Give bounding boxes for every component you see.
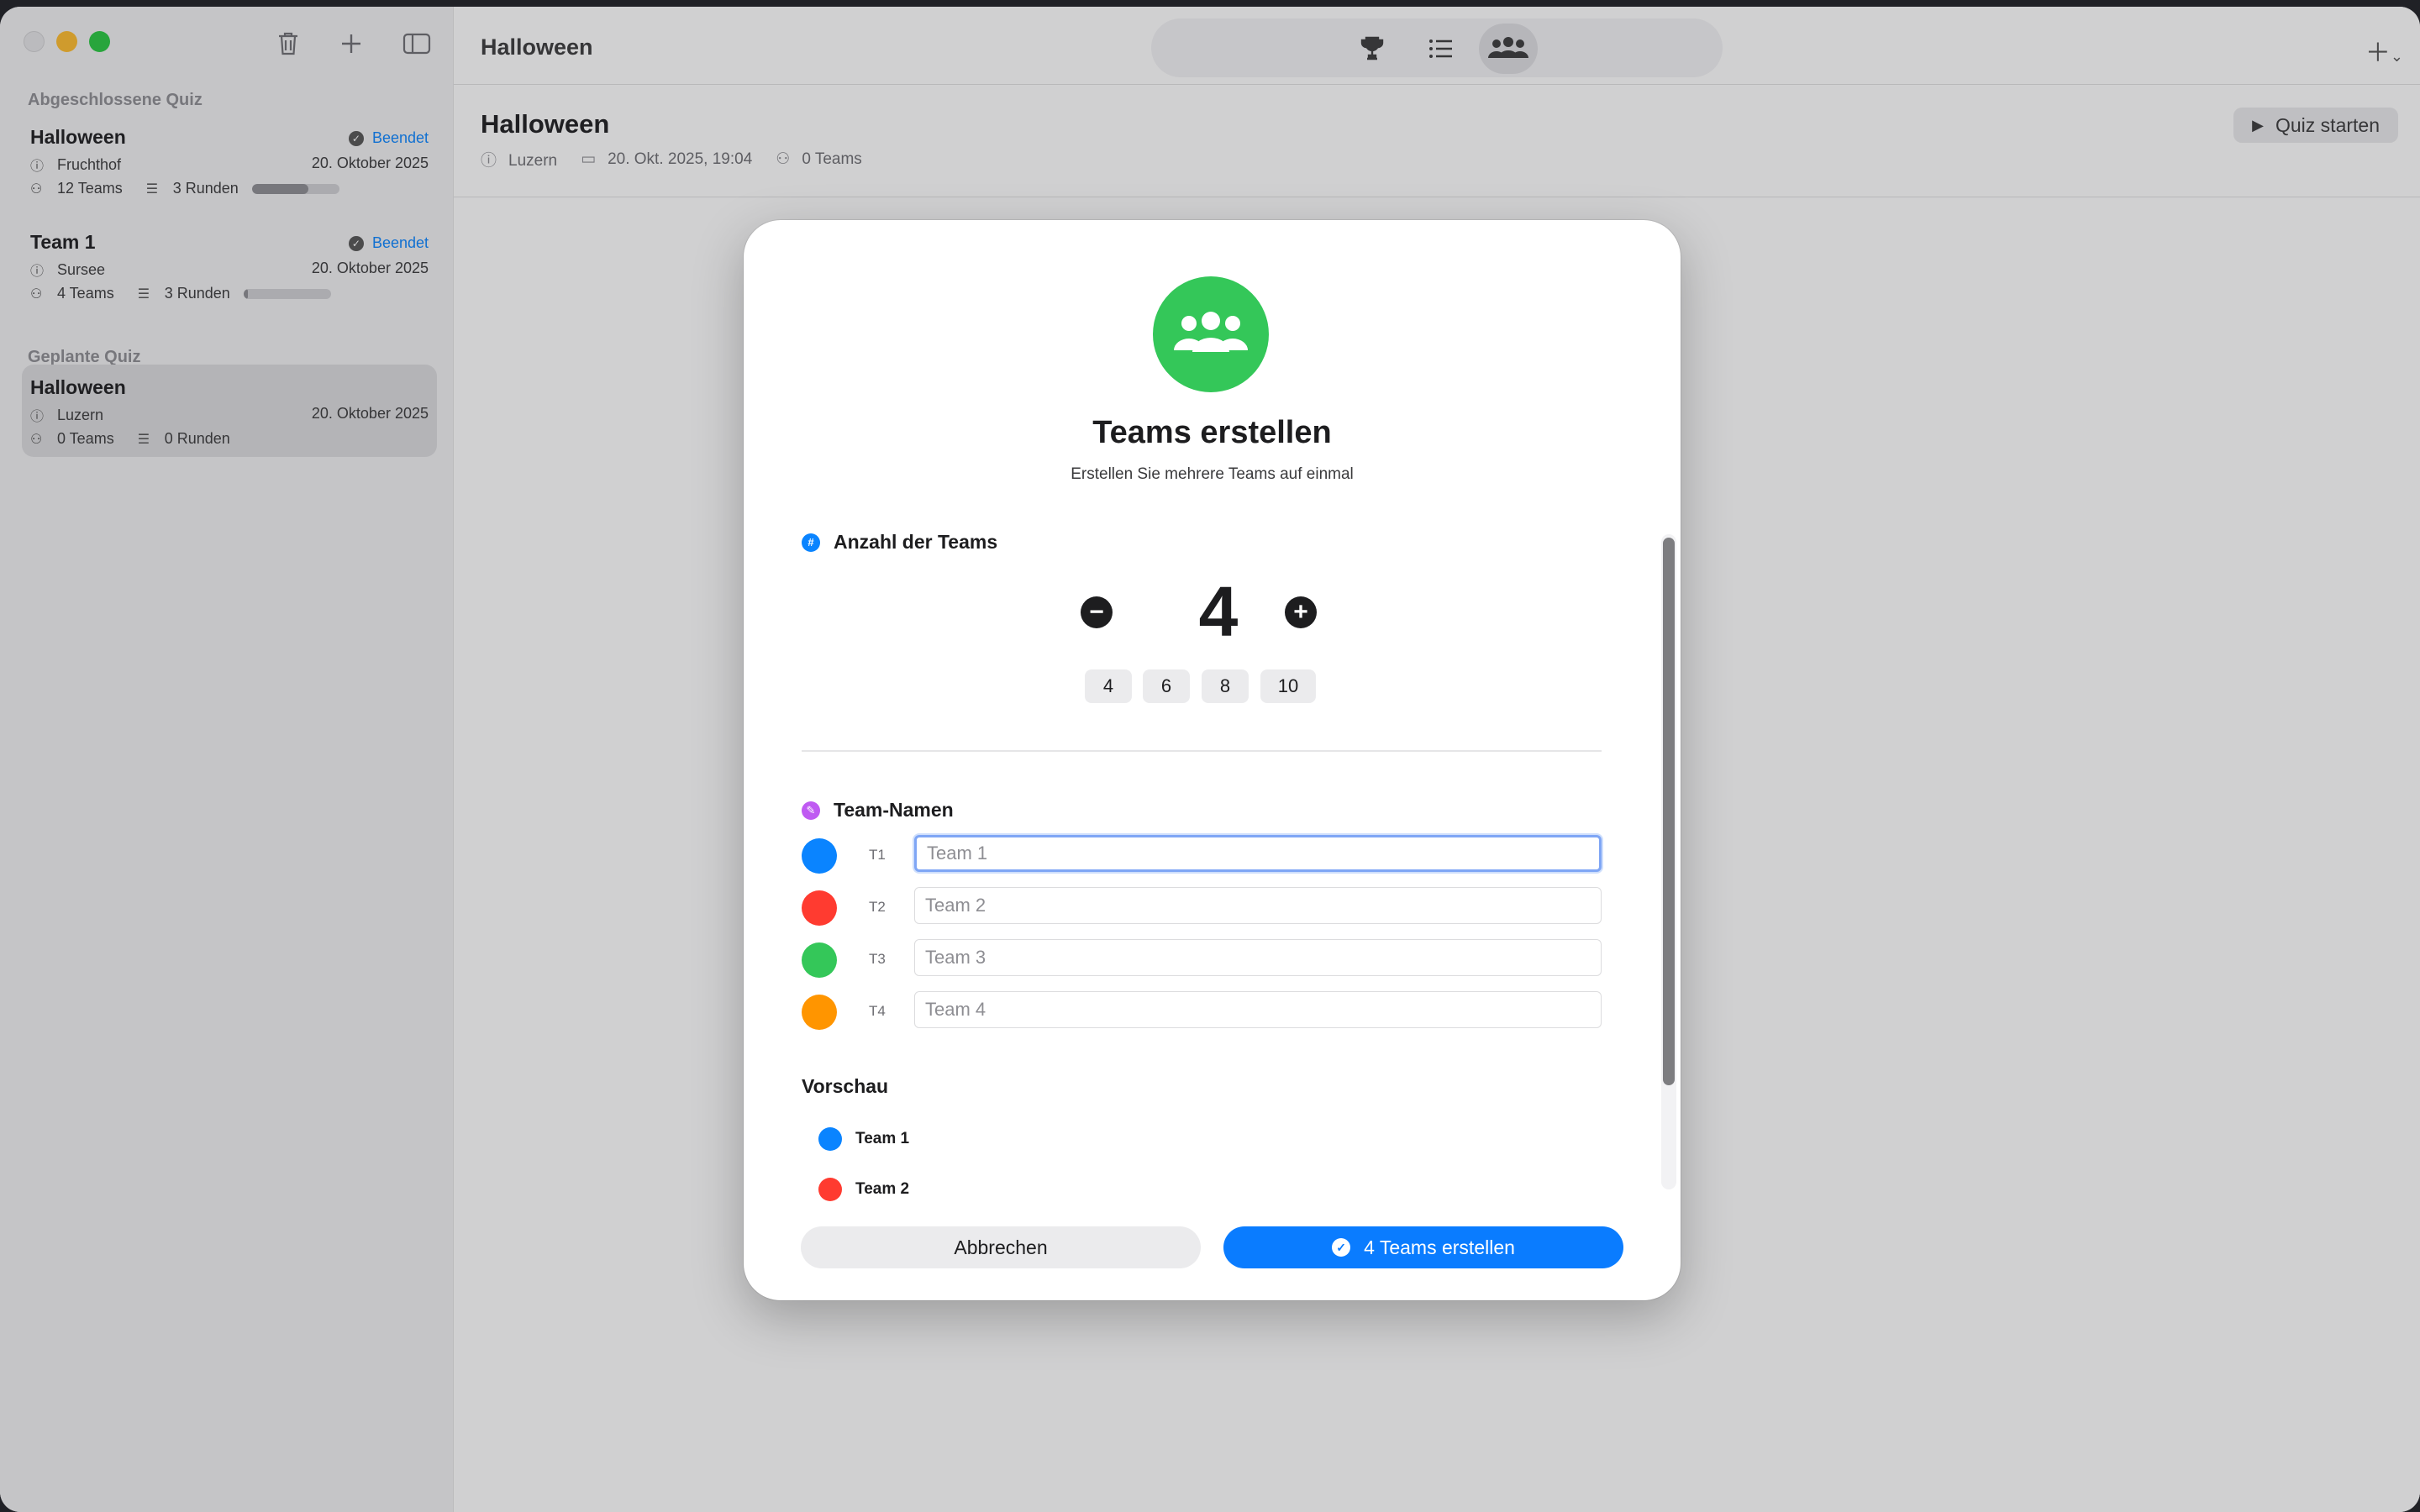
preset-button-6[interactable]: 6 [1143, 669, 1190, 703]
team-name-input[interactable] [914, 887, 1602, 924]
preset-button-4[interactable]: 4 [1085, 669, 1132, 703]
preview-list: Team 1 Team 2 [802, 1110, 1602, 1245]
team-code: T1 [869, 847, 886, 863]
people-icon [1153, 276, 1269, 392]
plus-icon: + [1293, 598, 1308, 626]
sheet-subtitle: Erstellen Sie mehrere Teams auf einmal [1071, 465, 1354, 483]
team-color-dot [818, 1178, 842, 1201]
preview-team-name: Team 2 [855, 1180, 910, 1198]
checkmark-icon: ✓ [1332, 1238, 1351, 1257]
increment-button[interactable]: + [1285, 596, 1317, 628]
team-code: T2 [869, 899, 886, 915]
team-color-dot [818, 1127, 842, 1151]
team-code: T4 [869, 1003, 886, 1019]
team-row: T1 [802, 835, 1613, 875]
team-code: T3 [869, 951, 886, 967]
create-teams-sheet: Teams erstellen Erstellen Sie mehrere Te… [744, 220, 1681, 1300]
section-divider [802, 750, 1602, 752]
preview-item: Team 2 [818, 1178, 909, 1201]
decrement-button[interactable]: − [1081, 596, 1113, 628]
preset-button-10[interactable]: 10 [1260, 669, 1316, 703]
sheet-title: Teams erstellen [1092, 415, 1332, 450]
team-row: T3 [802, 939, 1613, 979]
team-name-input[interactable] [914, 991, 1602, 1028]
team-color-swatch[interactable] [802, 995, 837, 1030]
scrollbar-thumb[interactable] [1663, 538, 1675, 1085]
preview-team-name: Team 1 [855, 1130, 910, 1147]
create-teams-button[interactable]: ✓ 4 Teams erstellen [1223, 1226, 1623, 1268]
team-names-heading: ✎ Team-Namen [802, 799, 954, 822]
minus-icon: − [1089, 598, 1104, 626]
team-names-label: Team-Namen [834, 799, 954, 821]
team-color-swatch[interactable] [802, 890, 837, 926]
team-row: T2 [802, 887, 1613, 927]
team-name-input[interactable] [914, 939, 1602, 976]
preview-item: Team 1 [818, 1127, 909, 1151]
create-teams-label: 4 Teams erstellen [1364, 1236, 1515, 1258]
preview-heading: Vorschau [802, 1075, 889, 1097]
pencil-icon: ✎ [802, 801, 820, 820]
team-count-heading: # Anzahl der Teams [802, 531, 997, 554]
team-row: T4 [802, 991, 1613, 1032]
team-color-swatch[interactable] [802, 942, 837, 978]
team-count-label: Anzahl der Teams [834, 531, 998, 553]
team-color-swatch[interactable] [802, 838, 837, 874]
cancel-button[interactable]: Abbrechen [801, 1226, 1201, 1268]
number-icon: # [802, 533, 820, 552]
team-name-input[interactable] [914, 835, 1602, 872]
preset-button-8[interactable]: 8 [1202, 669, 1249, 703]
team-count-value: 4 [1198, 572, 1239, 651]
